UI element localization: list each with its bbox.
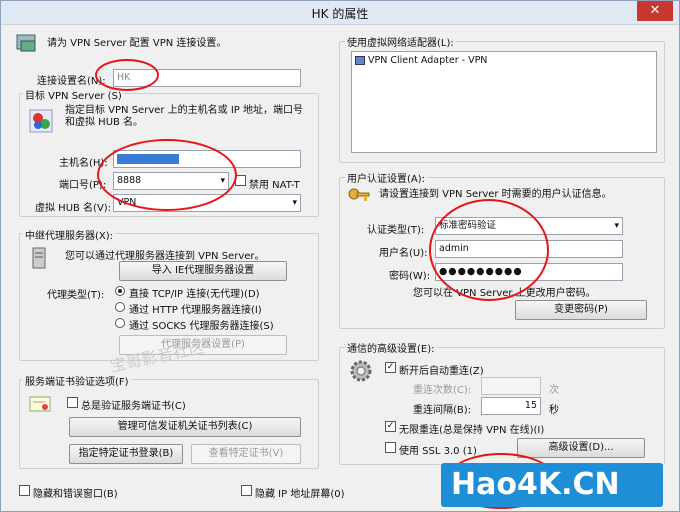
advanced-group-label: 通信的高级设置(E):	[345, 340, 437, 355]
proxy-type-label: 代理类型(T):	[47, 290, 105, 301]
retry-count-label: 重连次数(C):	[413, 385, 472, 396]
retry-count-field[interactable]	[481, 377, 541, 395]
auth-group-label: 用户认证设置(A):	[345, 170, 428, 185]
vpn-settings-icon	[15, 31, 39, 58]
password-field[interactable]: ●●●●●●●●●	[435, 263, 623, 281]
hub-combo[interactable]: VPN ▾	[113, 194, 301, 212]
retry-interval-field[interactable]: 15	[481, 397, 541, 415]
proxy-description: 您可以通过代理服务器连接到 VPN Server。	[65, 251, 265, 262]
change-password-button[interactable]: 变更密码(P)	[515, 300, 647, 320]
port-label: 端口号(P):	[59, 180, 107, 191]
proxy-http-label: 通过 HTTP 代理服务器连接(I)	[129, 305, 262, 316]
proxy-socks-radio[interactable]	[115, 318, 125, 328]
adapter-group-label: 使用虚拟网络适配器(L):	[345, 34, 456, 49]
specify-cert-button[interactable]: 指定特定证书登录(B)	[69, 444, 183, 464]
infinite-reconnect-checkbox[interactable]: ✓	[385, 421, 396, 432]
close-button[interactable]: ✕	[637, 1, 673, 21]
auto-reconnect-label: 断开后自动重连(Z)	[399, 366, 484, 377]
key-icon	[347, 187, 371, 212]
password-hint: 您可以在 VPN Server 上更改用户密码。	[413, 288, 596, 299]
intro-text: 请为 VPN Server 配置 VPN 连接设置。	[47, 38, 227, 49]
chevron-down-icon: ▾	[614, 221, 619, 231]
host-label: 主机名(H):	[59, 158, 108, 169]
proxy-socks-label: 通过 SOCKS 代理服务器连接(S)	[129, 321, 274, 332]
gear-icon	[349, 359, 373, 386]
username-field[interactable]: admin	[435, 240, 623, 258]
hub-label: 虚拟 HUB 名(V):	[35, 203, 112, 214]
properties-dialog: HK 的属性 ✕ 请为 VPN Server 配置 VPN 连接设置。 连接设置…	[0, 0, 680, 512]
title-bar: HK 的属性 ✕	[1, 1, 679, 25]
manage-ca-button[interactable]: 管理可信发证机关证书列表(C)	[69, 417, 301, 437]
auth-type-label: 认证类型(T):	[367, 225, 425, 236]
hao4k-logo: Hao4K.CN	[441, 463, 663, 507]
verify-cert-label: 总是验证服务端证书(C)	[81, 401, 186, 412]
hub-value: VPN	[117, 197, 137, 208]
proxy-group-label: 中继代理服务器(X):	[23, 227, 116, 242]
certificate-icon	[29, 395, 51, 416]
chevron-down-icon: ▾	[292, 198, 297, 208]
adapter-name: VPN Client Adapter - VPN	[368, 55, 488, 66]
port-combo[interactable]: 8888 ▾	[113, 172, 229, 190]
window-title: HK 的属性	[311, 7, 369, 21]
advanced-settings-button[interactable]: 高级设置(D)...	[517, 438, 645, 458]
username-label: 用户名(U):	[379, 248, 428, 259]
nat-t-label: 禁用 NAT-T	[249, 180, 300, 191]
auth-type-value: 标准密码验证	[439, 220, 497, 231]
server-tower-icon	[31, 247, 47, 272]
ssl3-checkbox[interactable]	[385, 442, 396, 453]
retry-interval-label: 重连间隔(B):	[413, 405, 472, 416]
retry-interval-unit: 秒	[549, 405, 559, 416]
auth-description: 请设置连接到 VPN Server 时需要的用户认证信息。	[379, 189, 612, 200]
target-description: 指定目标 VPN Server 上的主机名或 IP 地址，端口号和虚拟 HUB …	[65, 105, 304, 128]
hide-ip-checkbox[interactable]	[241, 485, 252, 496]
auto-reconnect-checkbox[interactable]: ✓	[385, 362, 396, 373]
adapter-list-item[interactable]: VPN Client Adapter - VPN	[355, 55, 487, 66]
ssl3-label: 使用 SSL 3.0 (1)	[399, 446, 477, 457]
auth-type-combo[interactable]: 标准密码验证 ▾	[435, 217, 623, 235]
adapter-list[interactable]: VPN Client Adapter - VPN	[351, 51, 657, 153]
infinite-reconnect-label: 无限重连(总是保持 VPN 在线)(I)	[399, 425, 545, 436]
connection-name-label: 连接设置名(N):	[37, 76, 106, 87]
hide-ip-label: 隐藏 IP 地址屏幕(0)	[255, 489, 345, 500]
globe-icon	[29, 109, 53, 136]
proxy-direct-radio[interactable]	[115, 286, 125, 296]
view-cert-button[interactable]: 查看特定证书(V)	[191, 444, 301, 464]
host-redacted-selection	[117, 153, 179, 164]
connection-name-field[interactable]: HK	[113, 69, 301, 87]
hide-status-checkbox[interactable]	[19, 485, 30, 496]
retry-count-unit: 次	[549, 385, 559, 396]
password-label: 密码(W):	[389, 271, 431, 282]
port-value: 8888	[117, 175, 142, 186]
proxy-direct-label: 直接 TCP/IP 连接(无代理)(D)	[129, 289, 260, 300]
network-adapter-icon	[355, 56, 365, 65]
nat-t-checkbox[interactable]	[235, 175, 246, 186]
host-field[interactable]	[113, 150, 301, 168]
verify-cert-checkbox[interactable]	[67, 397, 78, 408]
target-server-group-label: 目标 VPN Server (S)	[23, 87, 124, 102]
proxy-http-radio[interactable]	[115, 302, 125, 312]
import-ie-proxy-button[interactable]: 导入 IE代理服务器设置	[119, 261, 287, 281]
chevron-down-icon: ▾	[220, 176, 225, 186]
hide-status-label: 隐藏和错误窗口(B)	[33, 489, 118, 500]
